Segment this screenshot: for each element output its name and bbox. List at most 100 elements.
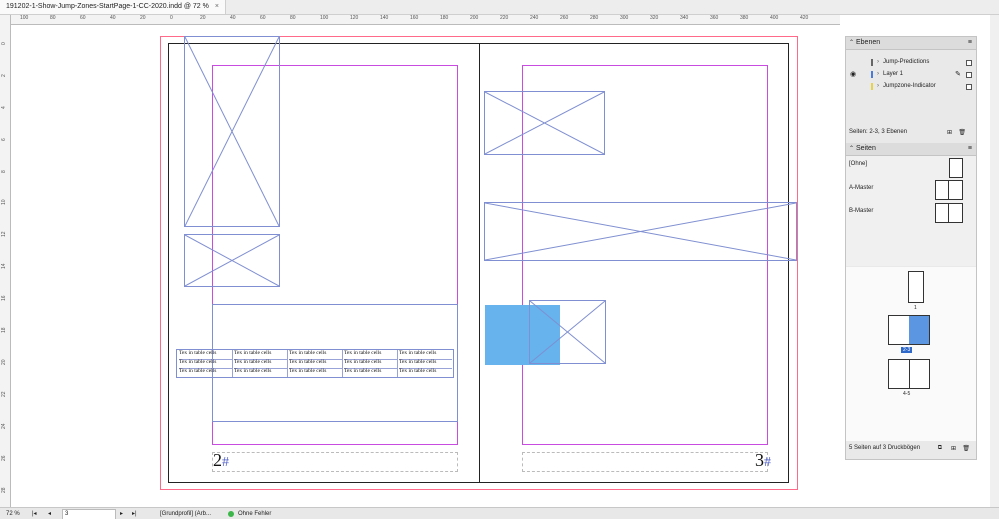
master-thumb[interactable] xyxy=(935,180,963,200)
collapse-icon[interactable]: ⌃ xyxy=(849,143,854,155)
ruler-label: 20 xyxy=(200,15,206,21)
layer-row[interactable]: ◉ › Layer 1 ✎ xyxy=(846,69,976,80)
panel-menu-icon[interactable]: ≡ xyxy=(968,143,972,155)
ruler-label: 160 xyxy=(410,15,419,21)
spread-thumb[interactable] xyxy=(888,315,930,345)
document-tab[interactable]: 191202-1-Show-Jump-Zones-StartPage-1-CC-… xyxy=(0,0,226,14)
ruler-label: 6 xyxy=(1,138,7,141)
layer-color-swatch xyxy=(871,71,873,78)
indesign-window: 191202-1-Show-Jump-Zones-StartPage-1-CC-… xyxy=(0,0,999,519)
document-canvas[interactable]: Tex in table cells Tex in table cells Tex … xyxy=(11,25,840,506)
master-label[interactable]: A-Master xyxy=(849,185,873,191)
layer-name: Layer 1 xyxy=(883,71,904,77)
lock-toggle[interactable] xyxy=(966,72,972,78)
image-frame[interactable] xyxy=(484,91,605,155)
preflight-profile[interactable]: [Grundprofil] (Arb... xyxy=(160,508,211,519)
table-cell[interactable]: Tex in table cells xyxy=(179,368,233,377)
close-icon[interactable]: × xyxy=(215,3,219,10)
ruler-label: 140 xyxy=(380,15,389,21)
expand-arrow-icon[interactable]: › xyxy=(877,81,879,92)
page-thumb[interactable] xyxy=(908,271,924,303)
layer-color-swatch xyxy=(871,83,873,90)
expand-arrow-icon[interactable]: › xyxy=(877,69,879,80)
image-frame[interactable] xyxy=(184,36,280,227)
preflight-status[interactable]: Ohne Fehler xyxy=(238,508,271,519)
ruler-label: 20 xyxy=(1,359,7,365)
first-page-icon[interactable]: |◂ xyxy=(32,508,37,519)
ruler-label: 360 xyxy=(710,15,719,21)
ruler-label: 10 xyxy=(1,199,7,205)
ruler-label: 260 xyxy=(560,15,569,21)
ruler-label: 60 xyxy=(80,15,86,21)
page-size-icon[interactable]: ⧉ xyxy=(938,445,942,452)
ruler-label: 20 xyxy=(140,15,146,21)
vertical-scrollbar[interactable] xyxy=(990,15,999,507)
expand-arrow-icon[interactable]: › xyxy=(877,57,879,68)
layer-row[interactable]: › Jump-Predictions xyxy=(846,57,976,68)
new-layer-icon[interactable]: ⊞ xyxy=(947,129,952,136)
ruler-label: 80 xyxy=(290,15,296,21)
master-label[interactable]: [Ohne] xyxy=(849,161,867,167)
master-thumb[interactable] xyxy=(949,158,963,178)
pages-area: 1 2-3 4-5 xyxy=(846,267,976,441)
ruler-label: 100 xyxy=(20,15,29,21)
eye-icon[interactable]: ◉ xyxy=(850,69,856,80)
lock-toggle[interactable] xyxy=(966,84,972,90)
master-thumb[interactable] xyxy=(935,203,963,223)
table-cell[interactable]: Tex in table cells xyxy=(234,368,288,377)
table[interactable]: Tex in table cells Tex in table cells Tex … xyxy=(176,349,454,378)
panel-menu-icon[interactable]: ≡ xyxy=(968,37,972,49)
ruler-label: 100 xyxy=(320,15,329,21)
next-page-icon[interactable]: ▸ xyxy=(120,508,123,519)
trash-icon[interactable]: 🗑 xyxy=(958,129,966,136)
ruler-label: 380 xyxy=(740,15,749,21)
horizontal-ruler[interactable]: 100 80 60 40 20 0 20 40 60 80 100 120 140 160 180 200 22… xyxy=(0,15,840,25)
image-frame[interactable] xyxy=(184,234,280,287)
ruler-label: 40 xyxy=(110,15,116,21)
prev-page-icon[interactable]: ◂ xyxy=(48,508,51,519)
left-page-number: 2# xyxy=(213,450,229,470)
page-number-frame[interactable] xyxy=(212,452,458,472)
table-cell[interactable]: Tex in table cells xyxy=(344,368,398,377)
spread-label: 4-5 xyxy=(903,391,911,397)
ruler-label: 0 xyxy=(1,42,7,45)
lock-toggle[interactable] xyxy=(966,60,972,66)
page-field[interactable]: 3 xyxy=(62,509,116,519)
status-bar: 72 % |◂ ◂ 3 ▸ ▸| [Grundprofil] (Arb... O… xyxy=(0,507,999,519)
ruler-label: 16 xyxy=(1,295,7,301)
ruler-label: 18 xyxy=(1,327,7,333)
ruler-label: 40 xyxy=(230,15,236,21)
image-frame[interactable] xyxy=(484,202,797,261)
vertical-ruler[interactable]: 0 2 4 6 8 10 12 14 16 18 20 22 24 26 28 xyxy=(0,15,11,507)
ruler-label: 22 xyxy=(1,391,7,397)
ruler-label: 280 xyxy=(590,15,599,21)
layer-row[interactable]: › Jumpzone-Indicator xyxy=(846,81,976,92)
pages-panel-header[interactable]: ⌃ Seiten ≡ xyxy=(846,143,976,156)
pages-panel-footer: 5 Seiten auf 3 Druckbögen ⧉ ⊞ 🗑 xyxy=(846,445,976,455)
pages-panel-title: Seiten xyxy=(856,145,876,152)
masters-area: [Ohne] A-Master B-Master xyxy=(846,156,976,266)
ruler-label: 300 xyxy=(620,15,629,21)
layers-panel-header[interactable]: ⌃ Ebenen ≡ xyxy=(846,37,976,50)
last-page-icon[interactable]: ▸| xyxy=(132,508,137,519)
spread-label: 2-3 xyxy=(901,347,913,353)
zoom-field[interactable]: 72 % xyxy=(6,508,20,519)
spread-label: 1 xyxy=(914,305,917,311)
page-number-frame[interactable] xyxy=(522,452,768,472)
new-page-icon[interactable]: ⊞ xyxy=(951,445,956,452)
pencil-icon: ✎ xyxy=(955,71,961,78)
document-tab-bar: 191202-1-Show-Jump-Zones-StartPage-1-CC-… xyxy=(0,0,999,15)
right-page-number: 3# xyxy=(755,450,771,470)
ruler-label: 120 xyxy=(350,15,359,21)
table-cell[interactable]: Tex in table cells xyxy=(399,368,452,377)
trash-icon[interactable]: 🗑 xyxy=(962,445,970,452)
table-cell[interactable]: Tex in table cells xyxy=(289,368,343,377)
image-frame[interactable] xyxy=(529,300,606,364)
master-label[interactable]: B-Master xyxy=(849,208,873,214)
status-ok-icon xyxy=(228,511,234,517)
ruler-label: 2 xyxy=(1,74,7,77)
ruler-label: 340 xyxy=(680,15,689,21)
collapse-icon[interactable]: ⌃ xyxy=(849,37,854,49)
ruler-label: 26 xyxy=(1,455,7,461)
spread-thumb[interactable] xyxy=(888,359,930,389)
